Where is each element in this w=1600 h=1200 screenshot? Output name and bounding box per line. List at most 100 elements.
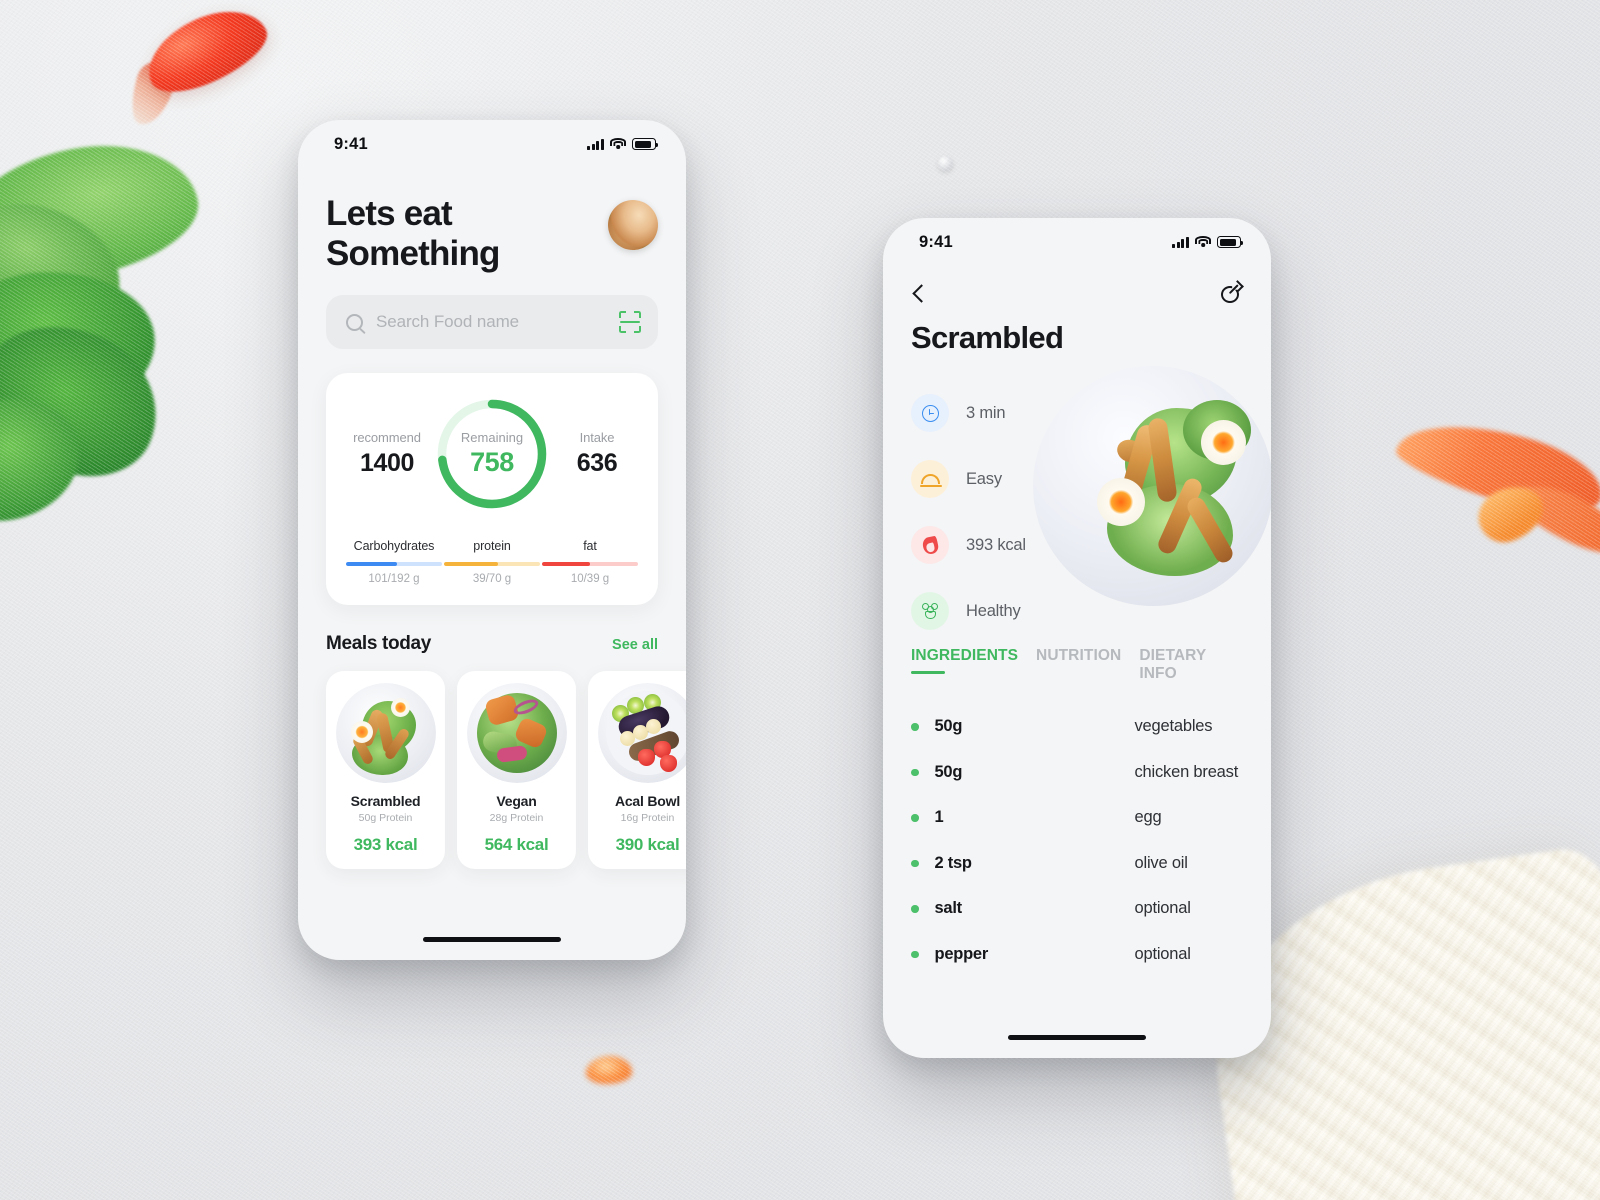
tab-nutrition[interactable]: NUTRITION — [1036, 647, 1121, 674]
macro-value: 10/39 g — [570, 573, 610, 586]
cellular-signal-icon — [586, 138, 604, 150]
ingredient-name: olive oil — [1134, 853, 1188, 872]
meal-card[interactable]: Vegan 28g Protein 564 kcal — [457, 671, 576, 870]
remaining-progress-ring: Remaining 758 — [433, 395, 551, 513]
phone-detail-screen: 9:41 Scrambled 3 min Easy 393 kcal Healt… — [883, 218, 1271, 1058]
chicken-salad-photo — [335, 683, 436, 784]
ingredient-row: salt optional — [911, 886, 1243, 932]
ingredient-list: 50g vegetables 50g chicken breast 1 egg 2 tsp o… — [911, 704, 1243, 977]
macro-bar — [542, 562, 638, 567]
radish-decor — [135, 0, 277, 105]
back-chevron-icon[interactable] — [912, 283, 931, 303]
herb-leaf-decor — [0, 261, 163, 433]
food-crumb-decor — [586, 1056, 632, 1084]
ingredient-quantity: 50g — [934, 762, 963, 781]
carrot-decor — [1506, 471, 1600, 565]
attribute-label: 393 kcal — [966, 535, 1026, 554]
recipe-overview: 3 min Easy 393 kcal Healthy — [911, 366, 1271, 631]
attribute-row: Easy — [911, 446, 1243, 512]
recommend-stat: recommend 1400 — [346, 430, 428, 478]
meal-name: Acal Bowl — [614, 793, 681, 810]
home-indicator[interactable] — [1008, 1035, 1146, 1040]
ingredient-name: optional — [1134, 944, 1191, 963]
home-indicator[interactable] — [423, 937, 561, 942]
carrot-decor — [1390, 404, 1600, 528]
attribute-list: 3 min Easy 393 kcal Healthy — [911, 366, 1243, 644]
bullet-icon — [911, 814, 919, 822]
broccoli-icon — [911, 592, 949, 630]
see-all-link[interactable]: See all — [612, 637, 658, 653]
intake-label: Intake — [579, 430, 615, 446]
ingredient-quantity: salt — [934, 899, 963, 918]
ingredient-row: 50g chicken breast — [911, 750, 1243, 796]
herb-leaf-decor — [0, 301, 180, 499]
ingredient-row: pepper optional — [911, 932, 1243, 978]
meal-name: Vegan — [496, 793, 537, 810]
status-icons — [586, 138, 659, 150]
ingredient-quantity: 1 — [934, 808, 944, 827]
tab-dietary-info[interactable]: DIETARY INFO — [1139, 647, 1243, 692]
attribute-row: 393 kcal — [911, 512, 1243, 578]
ingredient-name: optional — [1134, 899, 1191, 918]
avatar[interactable] — [608, 200, 658, 250]
remaining-value: 758 — [470, 447, 514, 478]
remaining-label: Remaining — [460, 430, 524, 446]
bullet-icon — [911, 905, 919, 913]
page-title: Lets eat Something — [326, 194, 500, 273]
recipe-title: Scrambled — [911, 320, 1064, 355]
ingredient-quantity: 50g — [934, 717, 963, 736]
calorie-ring-row: recommend 1400 Remaining 758 Intake 636 — [346, 395, 638, 513]
scan-icon[interactable] — [619, 311, 641, 334]
meal-kcal: 564 kcal — [484, 835, 549, 855]
bullet-icon — [911, 768, 919, 776]
background-scene — [0, 0, 1600, 1200]
ingredient-name: chicken breast — [1134, 762, 1239, 781]
search-icon — [346, 313, 363, 331]
status-icons — [1171, 236, 1244, 248]
attribute-label: 3 min — [966, 403, 1006, 422]
meal-kcal: 390 kcal — [615, 835, 680, 855]
ingredient-name: vegetables — [1134, 717, 1213, 736]
intake-stat: Intake 636 — [556, 430, 638, 478]
meals-list: Scrambled 50g Protein 393 kcal Vegan 28g… — [326, 671, 686, 870]
meal-protein: 50g Protein — [358, 812, 413, 825]
recommend-value: 1400 — [359, 449, 414, 478]
status-time: 9:41 — [919, 232, 953, 251]
macro-value: 39/70 g — [472, 573, 512, 586]
share-icon[interactable] — [1221, 280, 1244, 304]
search-input[interactable]: Search Food name — [376, 312, 606, 332]
attribute-row: 3 min — [911, 380, 1243, 446]
macro-item: fat 10/39 g — [542, 539, 638, 585]
bullet-icon — [911, 950, 919, 958]
greeting-line-1: Lets eat — [326, 194, 453, 233]
battery-icon — [632, 138, 659, 150]
greeting-row: Lets eat Something — [326, 194, 658, 273]
macro-bar — [444, 562, 540, 567]
macro-bar — [346, 562, 442, 567]
battery-icon — [1217, 236, 1244, 248]
ingredient-row: 2 tsp olive oil — [911, 841, 1243, 887]
wifi-icon — [610, 138, 626, 150]
attribute-row: Healthy — [911, 578, 1243, 644]
lettuce-leaf-decor — [0, 127, 208, 301]
meals-header: Meals today See all — [326, 633, 658, 655]
macro-value: 101/192 g — [368, 573, 420, 586]
detail-nav-bar — [911, 278, 1244, 308]
pin-decor — [938, 156, 953, 171]
clock-icon — [911, 394, 949, 432]
wifi-icon — [1195, 236, 1211, 248]
herb-leaf-decor — [0, 383, 93, 537]
meal-card[interactable]: Acal Bowl 16g Protein 390 kcal — [588, 671, 686, 870]
detail-tabs: INGREDIENTS NUTRITION DIETARY INFO — [911, 647, 1243, 692]
bullet-icon — [911, 723, 919, 731]
tab-ingredients[interactable]: INGREDIENTS — [911, 647, 1018, 674]
meal-protein: 28g Protein — [489, 812, 544, 825]
status-bar: 9:41 — [298, 120, 686, 164]
search-bar[interactable]: Search Food name — [326, 295, 658, 350]
macro-item: Carbohydrates 101/192 g — [346, 539, 442, 585]
meal-protein: 16g Protein — [620, 812, 675, 825]
meal-card[interactable]: Scrambled 50g Protein 393 kcal — [326, 671, 445, 870]
ingredient-row: 1 egg — [911, 795, 1243, 841]
ingredient-name: egg — [1134, 808, 1162, 827]
radish-stem-decor — [124, 58, 180, 130]
